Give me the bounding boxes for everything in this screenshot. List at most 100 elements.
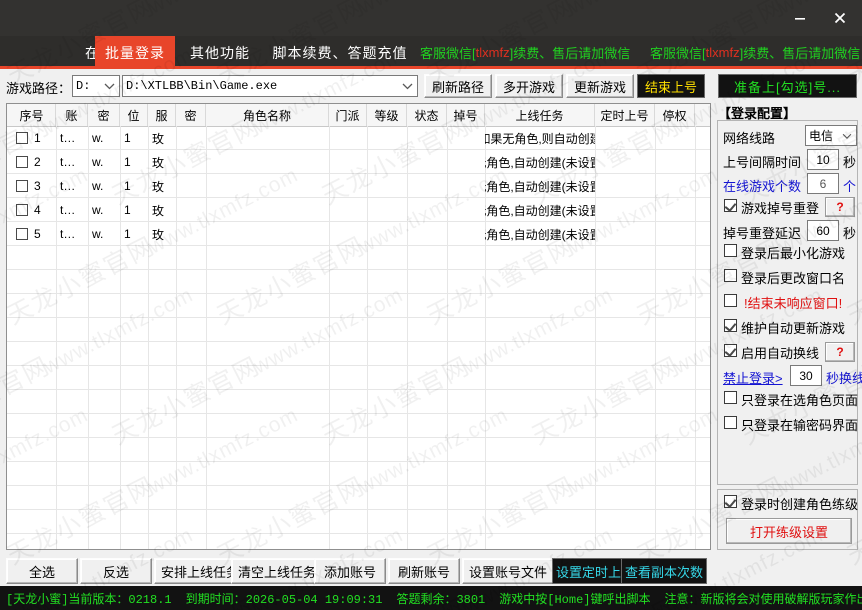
start-login-checked-button[interactable]: 准备上[勾选]号... <box>718 74 857 98</box>
table-column-header[interactable]: 状态 <box>407 104 447 126</box>
table-column-header[interactable]: 掉号 <box>447 104 485 126</box>
only-password-page-checkbox[interactable] <box>724 416 737 429</box>
relogin-checkbox[interactable] <box>724 199 737 212</box>
table-column-header[interactable]: 等级 <box>367 104 407 126</box>
tab-batch-login[interactable]: 批量登录 <box>95 36 175 69</box>
open-level-settings-button[interactable]: 打开练级设置 <box>726 518 852 544</box>
view-dungeon-count-button[interactable]: 查看副本次数 <box>621 558 707 584</box>
update-game-button[interactable]: 更新游戏 <box>566 74 634 98</box>
column-label: 服 <box>155 108 168 123</box>
help-glyph: ? <box>836 200 844 214</box>
table-cell: 3 <box>8 174 56 198</box>
add-account-button[interactable]: 添加账号 <box>314 558 386 584</box>
status-quiz: 答题剩余：3801 <box>396 592 486 607</box>
table-row[interactable]: 2 t… w. 1 玫 如无角色,自动创建(未设置！) <box>7 150 710 174</box>
cell-value: 1 <box>34 131 41 145</box>
table-column-header[interactable]: 定时上号 <box>595 104 655 126</box>
table-row[interactable]: 4 t… w. 1 玫 如无角色,自动创建(未设置！) <box>7 198 710 222</box>
cell-value: 如无角色,自动创建(未设置！) <box>485 227 595 242</box>
table-cell <box>176 150 206 174</box>
set-account-file-button[interactable]: 设置账号文件 <box>462 558 554 584</box>
refresh-account-button[interactable]: 刷新账号 <box>388 558 460 584</box>
invert-selection-button[interactable]: 反选 <box>80 558 152 584</box>
table-column-header[interactable]: 停权 <box>655 104 695 126</box>
stop-login-button[interactable]: 结束上号 <box>637 74 705 98</box>
table-cell: t… <box>56 198 88 222</box>
table-cell <box>329 174 367 198</box>
network-line-select[interactable]: 电信 <box>805 125 857 146</box>
table-column-header[interactable]: 密 <box>88 104 120 126</box>
tab-renewal-recharge[interactable]: 脚本续费、答题充值 <box>265 36 415 69</box>
table-column-header[interactable]: 账 <box>56 104 88 126</box>
online-count-label: 在线游戏个数 <box>723 179 802 194</box>
select-all-button[interactable]: 全选 <box>6 558 78 584</box>
button-label: 添加账号 <box>323 564 376 580</box>
title-bar <box>0 0 862 36</box>
column-label: 序号 <box>19 108 44 123</box>
table-cell <box>655 126 695 150</box>
relogin-delay-input[interactable]: 60 <box>807 220 839 241</box>
table-row[interactable]: 3 t… w. 1 玫 如无角色,自动创建(未设置！) <box>7 174 710 198</box>
grid-row-line <box>7 461 710 462</box>
minimize-after-login-checkbox[interactable] <box>724 244 737 257</box>
table-row[interactable]: 5 t… w. 1 玫 如无角色,自动创建(未设置！) <box>7 222 710 246</box>
table-cell <box>206 198 329 222</box>
table-cell: 如无角色,自动创建(未设置！) <box>485 222 595 246</box>
table-cell <box>206 150 329 174</box>
table-cell: 1 <box>120 174 148 198</box>
clear-online-task-button[interactable]: 清空上线任务 <box>231 558 323 584</box>
cell-value: 如无角色,自动创建(未设置！) <box>485 155 595 170</box>
tab-label: 其他功能 <box>190 44 250 61</box>
button-label: 设置账号文件 <box>468 564 547 580</box>
button-label: 准备上[勾选]号... <box>733 79 842 95</box>
table-row[interactable]: 1 t… w. 1 玫 如果无角色,则自动创建 <box>7 126 710 150</box>
button-label: 更新游戏 <box>573 79 626 95</box>
table-cell <box>206 174 329 198</box>
column-label: 上线任务 <box>515 108 564 123</box>
tab-other-functions[interactable]: 其他功能 <box>180 36 260 69</box>
button-label: 刷新账号 <box>397 564 450 580</box>
chevron-down-icon <box>402 82 413 90</box>
table-column-header[interactable]: 门派 <box>329 104 367 126</box>
minimize-icon[interactable] <box>780 0 820 36</box>
table-column-header[interactable]: 服 <box>148 104 176 126</box>
table-column-header[interactable]: 上线任务 <box>485 104 595 126</box>
table-column-header[interactable]: 序号 <box>8 104 56 126</box>
cell-value: t… <box>60 179 76 193</box>
column-label: 等级 <box>374 108 399 123</box>
forbid-login-input[interactable]: 30 <box>790 365 822 386</box>
table-column-header[interactable]: 位 <box>120 104 148 126</box>
button-label: 结束上号 <box>644 79 697 95</box>
button-label: 全选 <box>28 564 55 580</box>
multi-open-game-button[interactable]: 多开游戏 <box>495 74 563 98</box>
refresh-path-button[interactable]: 刷新路径 <box>424 74 492 98</box>
game-path-select[interactable]: D:\XTLBB\Bin\Game.exe <box>122 75 418 97</box>
column-label: 停权 <box>662 108 687 123</box>
rename-window-checkbox[interactable] <box>724 269 737 282</box>
login-interval-input[interactable]: 10 <box>807 149 839 170</box>
table-cell <box>655 198 695 222</box>
accounts-table[interactable]: 序号 账 密 位服 密 角色名称 门派等级状态掉号 上线任务 定时上号停权 1 t… w. 1 玫 如果无… <box>6 103 711 550</box>
create-role-checkbox[interactable] <box>724 495 737 508</box>
auto-update-checkbox[interactable] <box>724 319 737 332</box>
drive-select[interactable]: D: <box>72 75 120 97</box>
online-count-input[interactable]: 6 <box>807 173 839 194</box>
cell-value: 如无角色,自动创建(未设置！) <box>485 203 595 218</box>
auto-switch-line-checkbox[interactable] <box>724 344 737 357</box>
table-column-header[interactable]: 密 <box>176 104 206 126</box>
column-label: 角色名称 <box>242 108 291 123</box>
table-cell <box>595 198 655 222</box>
only-role-page-checkbox[interactable] <box>724 391 737 404</box>
table-column-header[interactable]: 角色名称 <box>206 104 329 126</box>
table-cell: 5 <box>8 222 56 246</box>
close-icon[interactable] <box>820 0 860 36</box>
auto-switch-help-button[interactable]: ? <box>825 342 855 362</box>
kill-unresponsive-checkbox[interactable] <box>724 294 737 307</box>
table-cell <box>407 126 447 150</box>
notice-suffix: ]续费、售后请加微信 <box>509 46 631 61</box>
relogin-help-button[interactable]: ? <box>825 197 855 217</box>
table-cell <box>595 222 655 246</box>
cell-value: 1 <box>124 203 131 217</box>
table-header-row: 序号 账 密 位服 密 角色名称 门派 等级 状态 掉号 上线任务 定时上号 停权 <box>7 104 710 127</box>
game-path-value: D:\XTLBB\Bin\Game.exe <box>126 79 278 93</box>
